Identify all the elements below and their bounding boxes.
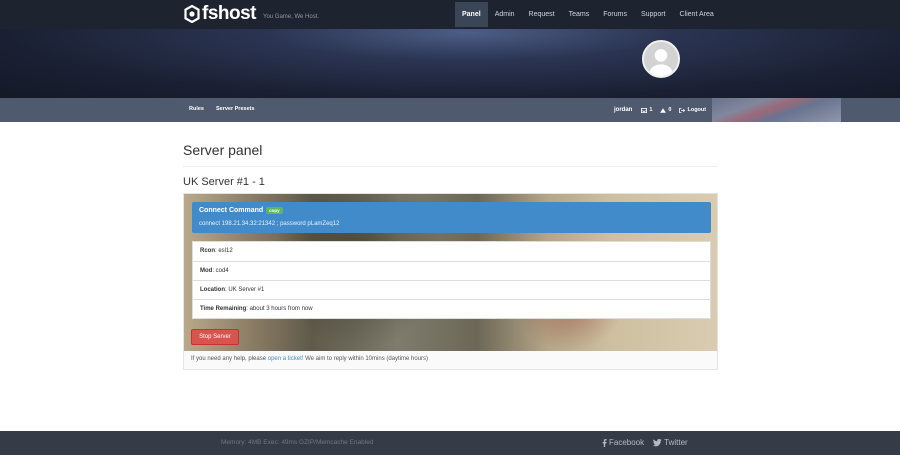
brand[interactable]: fshost You Game, We Host. — [183, 4, 319, 24]
connect-command-title: Connect Command — [199, 207, 264, 214]
nav-item-admin[interactable]: Admin — [488, 2, 522, 27]
logout-icon — [679, 107, 686, 113]
sub-nav-rules[interactable]: Rules — [189, 98, 204, 122]
profile-banner — [0, 29, 900, 98]
help-text: If you need any help, please open a tick… — [191, 356, 429, 362]
sub-nav-links: Rules Server Presets — [189, 98, 267, 122]
messages-count: 1 — [649, 107, 653, 113]
brand-tagline: You Game, We Host. — [263, 14, 320, 20]
alerts-link[interactable]: 0 — [660, 99, 671, 121]
nav-item-request[interactable]: Request — [522, 2, 562, 27]
info-rcon: Rcon: esl12 — [200, 248, 233, 254]
brand-name: fshost — [202, 3, 257, 24]
facebook-icon — [602, 439, 607, 447]
user-avatar-icon[interactable] — [642, 40, 680, 78]
logout-label: Logout — [687, 107, 707, 113]
sub-nav-server-presets[interactable]: Server Presets — [216, 98, 255, 122]
alerts-count: 0 — [668, 107, 672, 113]
connect-command-text[interactable]: connect 198.21.34.32:21342 ; password pL… — [199, 221, 339, 227]
footer: Memory: 4MB Exec: 49ms GZIP/Memcache Ena… — [0, 431, 900, 455]
user-menu: jordan 1 0 Logout — [614, 98, 714, 122]
sub-navbar: Rules Server Presets jordan 1 0 Logout — [0, 98, 900, 122]
server-title: UK Server #1 - 1 — [183, 176, 265, 188]
footer-social-links: Facebook Twitter — [602, 431, 697, 455]
page-title: Server panel — [183, 142, 263, 158]
top-navbar: fshost You Game, We Host. Panel Admin Re… — [0, 0, 900, 29]
footer-stats: Memory: 4MB Exec: 49ms GZIP/Memcache Ena… — [221, 439, 374, 446]
nav-item-support[interactable]: Support — [634, 2, 673, 27]
nav-item-teams[interactable]: Teams — [562, 2, 597, 27]
open-ticket-link[interactable]: open a ticket! — [268, 356, 304, 362]
copy-button[interactable]: copy — [266, 207, 283, 214]
twitter-icon — [653, 439, 662, 447]
inbox-icon — [641, 107, 648, 113]
warning-icon — [660, 107, 667, 113]
flag-decoration — [712, 98, 841, 122]
twitter-link[interactable]: Twitter — [653, 431, 688, 455]
info-time-remaining: Time Remaining: about 3 hours from now — [193, 299, 710, 318]
fshost-logo-icon — [183, 5, 201, 23]
stop-server-button[interactable]: Stop Server — [191, 329, 239, 345]
nav-item-panel[interactable]: Panel — [455, 2, 488, 27]
server-info-list: Rcon: esl12 Mod: cod4 Location: UK Serve… — [192, 241, 711, 319]
info-location: Location: UK Server #1 — [193, 280, 710, 299]
server-panel-card: Connect Command copy connect 198.21.34.3… — [183, 193, 718, 370]
info-mod: Mod: cod4 — [193, 261, 710, 280]
title-divider — [183, 166, 718, 167]
server-background-image: Connect Command copy connect 198.21.34.3… — [184, 194, 717, 351]
facebook-link[interactable]: Facebook — [602, 431, 644, 455]
connect-command-box: Connect Command copy connect 198.21.34.3… — [192, 202, 711, 233]
logout-link[interactable]: Logout — [679, 99, 706, 121]
nav-item-client-area[interactable]: Client Area — [673, 2, 721, 27]
messages-link[interactable]: 1 — [641, 99, 652, 121]
nav-item-forums[interactable]: Forums — [596, 2, 634, 27]
main-nav: Panel Admin Request Teams Forums Support… — [455, 2, 721, 27]
username[interactable]: jordan — [614, 99, 632, 121]
